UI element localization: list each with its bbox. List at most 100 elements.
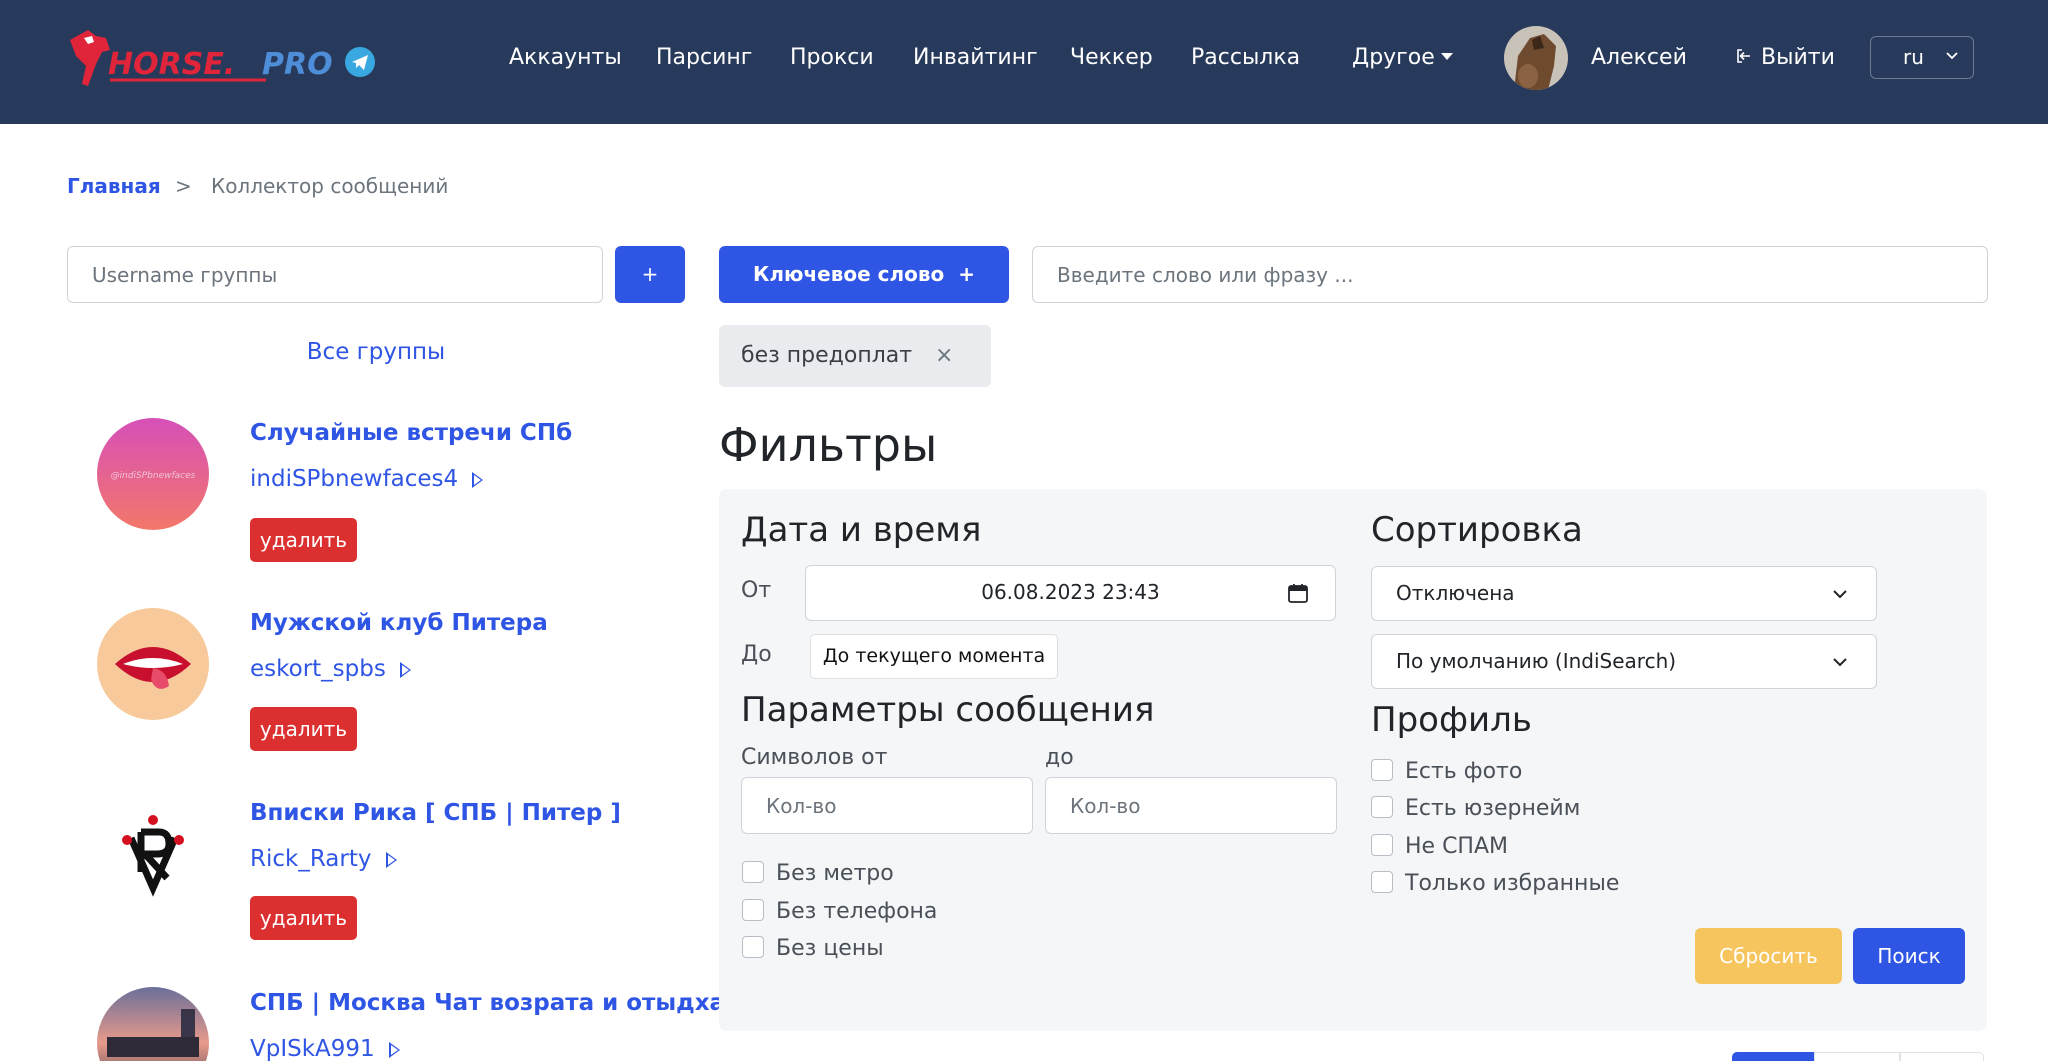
has-photo-label: Есть фото [1405, 759, 1523, 784]
date-from-value: 06.08.2023 23:43 [981, 580, 1160, 604]
group-avatar [97, 987, 209, 1061]
group-avatar [97, 608, 209, 720]
chars-to-label: до [1045, 745, 1074, 770]
nav-accounts[interactable]: Аккаунты [509, 40, 622, 76]
datetime-heading: Дата и время [741, 510, 982, 550]
user-name[interactable]: Алексей [1591, 40, 1687, 76]
not-spam-checkbox-row[interactable]: Не СПАМ [1371, 832, 1508, 862]
group-username-link[interactable]: eskort_spbs [250, 656, 411, 682]
user-avatar[interactable] [1504, 26, 1568, 90]
no-metro-checkbox[interactable] [742, 861, 764, 883]
favorites-only-label: Только избранные [1405, 871, 1620, 896]
keyword-tag: без предоплат × [719, 325, 991, 387]
chars-to-input[interactable] [1045, 777, 1337, 834]
pagination-active-page[interactable] [1732, 1052, 1814, 1061]
group-username-link[interactable]: VpISkA991 [250, 1036, 400, 1061]
filters-heading: Фильтры [719, 418, 938, 472]
telegram-icon [345, 47, 375, 77]
group-username-input[interactable] [67, 246, 603, 303]
svg-text:PRO: PRO [262, 47, 333, 82]
no-phone-checkbox-row[interactable]: Без телефона [742, 897, 937, 927]
not-spam-checkbox[interactable] [1371, 834, 1393, 856]
sorting-order-value: По умолчанию (IndiSearch) [1396, 649, 1677, 673]
nav-checker[interactable]: Чеккер [1070, 40, 1153, 76]
top-navbar: HORSE. PRO Аккаунты Парсинг Прокси Инвай… [0, 0, 2048, 124]
group-username: Rick_Rarty [250, 846, 372, 872]
group-title[interactable]: Случайные встречи СПб [250, 420, 572, 446]
logout-icon [1737, 49, 1750, 63]
has-username-checkbox-row[interactable]: Есть юзернейм [1371, 794, 1580, 824]
delete-group-button[interactable]: удалить [250, 896, 357, 940]
remove-tag-icon[interactable]: × [935, 325, 953, 387]
breadcrumb-home[interactable]: Главная [67, 172, 161, 200]
play-icon [472, 471, 484, 488]
group-title[interactable]: Мужской клуб Питера [250, 610, 548, 636]
date-to-label: До [741, 642, 772, 667]
profile-heading: Профиль [1371, 700, 1532, 740]
chevron-down-icon [1833, 590, 1847, 599]
has-photo-checkbox[interactable] [1371, 759, 1393, 781]
group-username: eskort_spbs [250, 656, 386, 682]
date-from-label: От [741, 578, 772, 603]
no-phone-label: Без телефона [776, 899, 938, 924]
until-now-button[interactable]: До текущего момента [810, 634, 1058, 679]
group-avatar-text: @indiSPbnewfaces [111, 471, 196, 481]
caret-down-icon [1440, 52, 1453, 60]
nav-parsing[interactable]: Парсинг [656, 40, 752, 76]
chars-from-input[interactable] [741, 777, 1033, 834]
has-username-checkbox[interactable] [1371, 796, 1393, 818]
calendar-icon [1288, 584, 1308, 603]
keyword-input[interactable] [1032, 246, 1988, 303]
group-username-link[interactable]: indiSPbnewfaces4 [250, 466, 484, 492]
sorting-mode-select[interactable]: Отключена [1371, 566, 1877, 621]
horse-pro-logo[interactable]: HORSE. PRO [66, 26, 382, 96]
group-title[interactable]: Вписки Рика [ СПБ | Питер ] [250, 800, 621, 826]
chevron-down-icon [1946, 52, 1958, 60]
group-username: indiSPbnewfaces4 [250, 466, 459, 492]
favorites-only-checkbox-row[interactable]: Только избранные [1371, 869, 1619, 899]
favorites-only-checkbox[interactable] [1371, 871, 1393, 893]
logout-link[interactable]: Выйти [1735, 40, 1835, 76]
group-avatar [97, 798, 209, 910]
chevron-down-icon [1833, 658, 1847, 667]
nav-proxy[interactable]: Прокси [790, 40, 874, 76]
not-spam-label: Не СПАМ [1405, 834, 1509, 859]
date-from-input[interactable]: 06.08.2023 23:43 [805, 565, 1336, 621]
breadcrumb-current: Коллектор сообщений [211, 174, 449, 198]
group-username-link[interactable]: Rick_Rarty [250, 846, 397, 872]
has-username-label: Есть юзернейм [1405, 796, 1581, 821]
sorting-heading: Сортировка [1371, 510, 1583, 550]
sorting-order-select[interactable]: По умолчанию (IndiSearch) [1371, 634, 1877, 689]
group-title[interactable]: СПБ | Москва Чат возрата и отыдха [250, 990, 725, 1016]
delete-group-button[interactable]: удалить [250, 707, 357, 751]
keyword-tag-text: без предоплат [741, 343, 913, 368]
logo-graphic: HORSE. PRO [70, 30, 375, 86]
play-icon [399, 661, 411, 678]
breadcrumb-separator: > [175, 174, 192, 198]
all-groups-link[interactable]: Все группы [67, 339, 685, 365]
pagination-page[interactable] [1814, 1052, 1900, 1061]
no-price-checkbox-row[interactable]: Без цены [742, 934, 884, 964]
add-group-button[interactable]: + [615, 246, 685, 303]
pagination-page[interactable] [1900, 1052, 1984, 1061]
no-metro-label: Без метро [776, 861, 894, 886]
has-photo-checkbox-row[interactable]: Есть фото [1371, 757, 1522, 787]
language-value: ru [1903, 45, 1924, 69]
language-select[interactable]: ru [1870, 36, 1974, 79]
no-phone-checkbox[interactable] [742, 899, 764, 921]
search-button[interactable]: Поиск [1853, 928, 1965, 984]
no-metro-checkbox-row[interactable]: Без метро [742, 859, 894, 889]
no-price-checkbox[interactable] [742, 936, 764, 958]
add-keyword-button[interactable]: Ключевое слово + [719, 246, 1009, 303]
reset-button[interactable]: Сбросить [1695, 928, 1842, 984]
nav-inviting[interactable]: Инвайтинг [913, 40, 1038, 76]
delete-group-button[interactable]: удалить [250, 518, 357, 562]
logout-label: Выйти [1761, 45, 1835, 70]
group-avatar: @indiSPbnewfaces [97, 418, 209, 530]
nav-other-label: Другое [1352, 45, 1435, 70]
logo-text: HORSE. [108, 47, 235, 82]
group-username: VpISkA991 [250, 1036, 375, 1061]
nav-other-dropdown[interactable]: Другое [1352, 40, 1453, 76]
nav-mailing[interactable]: Рассылка [1191, 40, 1300, 76]
sorting-mode-value: Отключена [1396, 581, 1515, 605]
